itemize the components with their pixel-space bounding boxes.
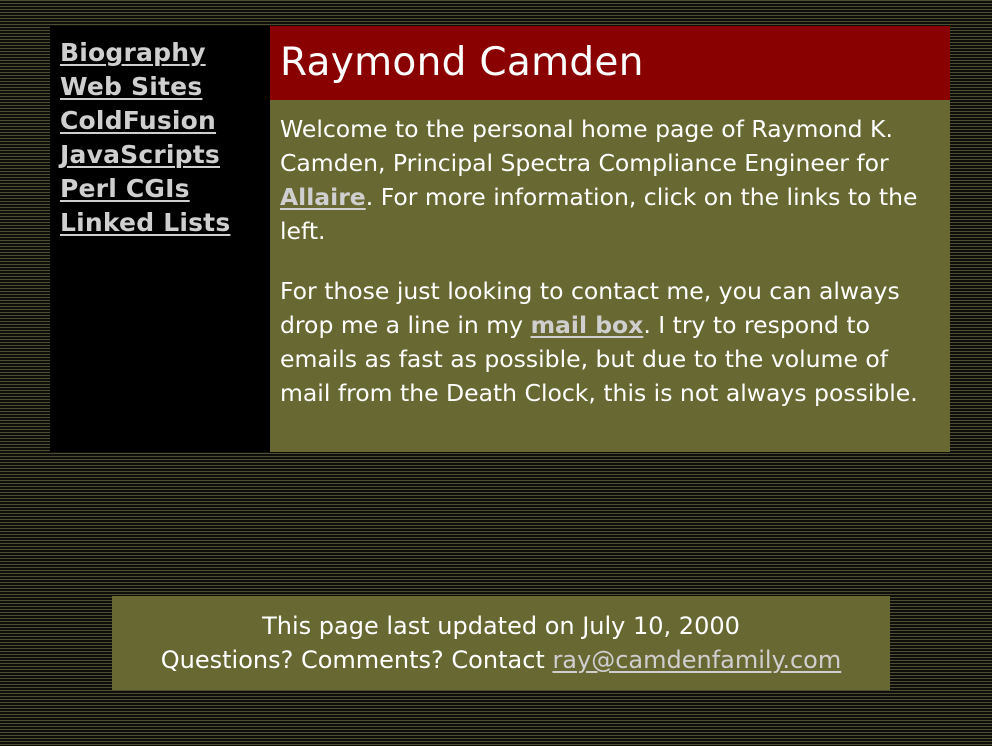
- nav-link-biography[interactable]: Biography: [60, 38, 206, 67]
- nav-link-perl-cgis[interactable]: Perl CGIs: [60, 174, 190, 203]
- contact-email-link[interactable]: ray@camdenfamily.com: [552, 646, 841, 674]
- allaire-link[interactable]: Allaire: [280, 183, 366, 211]
- nav-link-linked-lists[interactable]: Linked Lists: [60, 208, 230, 237]
- title-bar: Raymond Camden: [270, 26, 950, 100]
- nav-item-javascripts: JavaScripts: [60, 138, 270, 172]
- content-panel: Welcome to the personal home page of Ray…: [270, 100, 950, 452]
- main-column: Raymond Camden Welcome to the personal h…: [270, 26, 950, 452]
- nav-item-biography: Biography: [60, 36, 270, 70]
- nav-link-coldfusion[interactable]: ColdFusion: [60, 106, 216, 135]
- nav-link-javascripts[interactable]: JavaScripts: [60, 140, 220, 169]
- nav-item-coldfusion: ColdFusion: [60, 104, 270, 138]
- nav-link-web-sites[interactable]: Web Sites: [60, 72, 202, 101]
- welcome-text-after: . For more information, click on the lin…: [280, 183, 918, 245]
- page-frame: Biography Web Sites ColdFusion JavaScrip…: [50, 26, 950, 452]
- nav-item-web-sites: Web Sites: [60, 70, 270, 104]
- mail-box-link[interactable]: mail box: [531, 311, 644, 339]
- nav-list: Biography Web Sites ColdFusion JavaScrip…: [60, 36, 270, 240]
- contact-prefix-text: Questions? Comments? Contact: [160, 646, 553, 674]
- nav-item-linked-lists: Linked Lists: [60, 206, 270, 240]
- last-updated-text: This page last updated on July 10, 2000: [262, 612, 740, 640]
- sidebar-nav: Biography Web Sites ColdFusion JavaScrip…: [50, 26, 270, 452]
- welcome-paragraph: Welcome to the personal home page of Ray…: [280, 112, 936, 248]
- contact-paragraph: For those just looking to contact me, yo…: [280, 274, 936, 410]
- nav-item-perl-cgis: Perl CGIs: [60, 172, 270, 206]
- welcome-text-before: Welcome to the personal home page of Ray…: [280, 115, 893, 177]
- footer-contact-line: Questions? Comments? Contact ray@camdenf…: [112, 643, 890, 677]
- page-title: Raymond Camden: [280, 40, 644, 85]
- footer: This page last updated on July 10, 2000 …: [112, 596, 890, 690]
